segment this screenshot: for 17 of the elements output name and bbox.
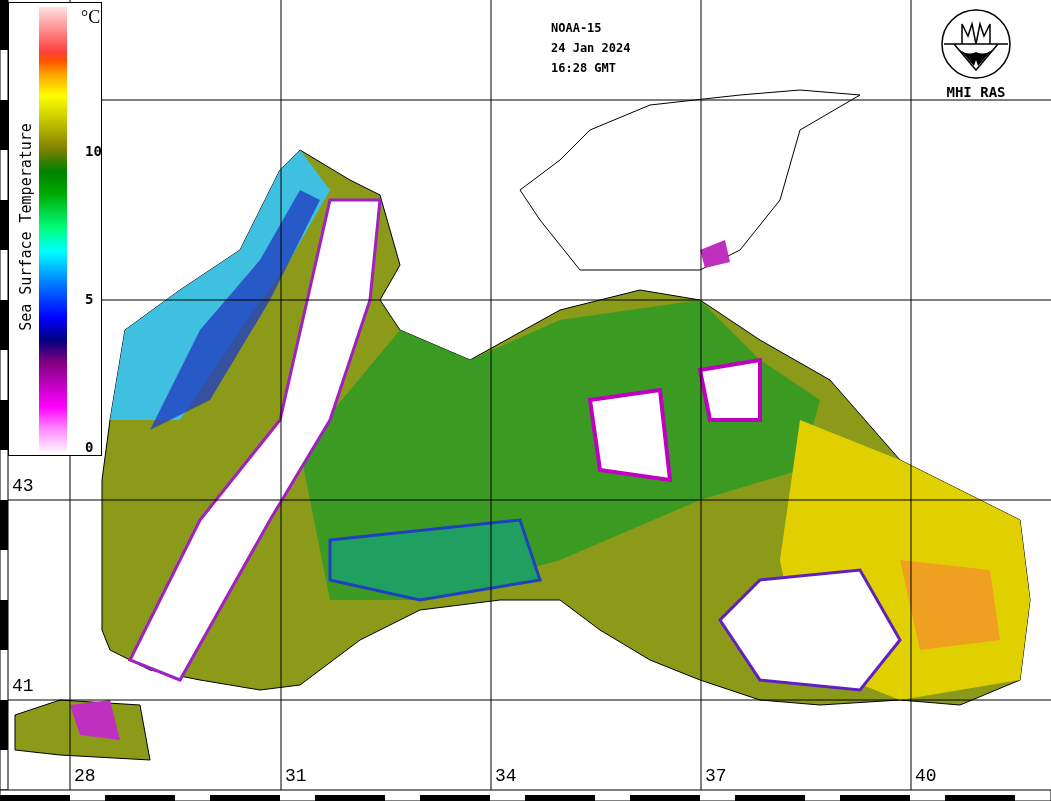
latitude-label: 43 xyxy=(12,476,34,496)
scale-tick-label: 10 xyxy=(85,142,102,159)
longitude-label: 31 xyxy=(285,766,307,786)
longitude-label: 34 xyxy=(495,766,517,786)
longitude-label: 28 xyxy=(74,766,96,786)
logo-label: MHI RAS xyxy=(946,84,1006,100)
institute-logo-icon xyxy=(940,8,1012,80)
latitude-label: 41 xyxy=(12,676,34,696)
longitude-label: 37 xyxy=(705,766,727,786)
longitude-label: 40 xyxy=(915,766,937,786)
unit-label: °C xyxy=(81,7,101,28)
image-time: 16:28 GMT xyxy=(551,60,618,76)
legend-title: Sea Surface Temperature xyxy=(17,122,35,333)
image-date: 24 Jan 2024 xyxy=(551,40,631,56)
scale-tick-label: 0 xyxy=(85,439,94,455)
scale-tick-label: 5 xyxy=(85,291,94,308)
satellite-name: NOAA-15 xyxy=(551,20,603,36)
